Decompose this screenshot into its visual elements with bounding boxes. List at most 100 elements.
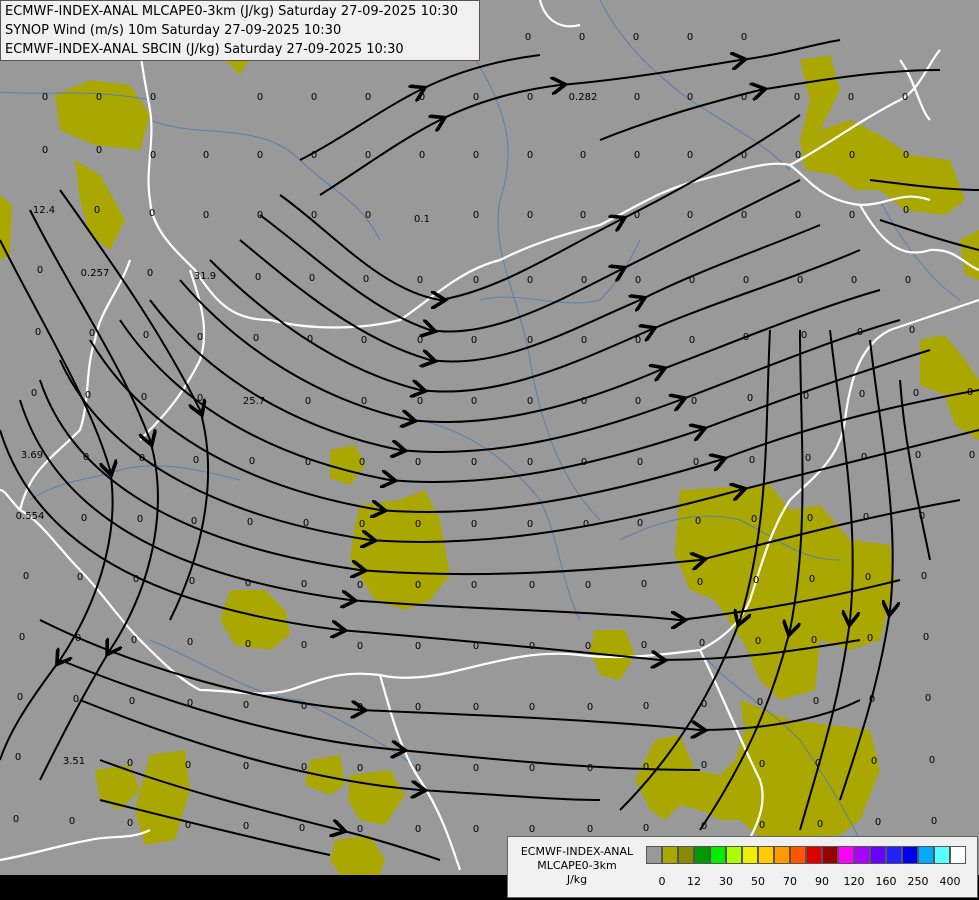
station-value: 0 [301, 640, 307, 651]
station-value: 25.7 [243, 396, 265, 407]
station-value: 0 [243, 821, 249, 832]
station-value: 0 [253, 333, 259, 344]
legend-swatch [918, 846, 934, 864]
station-value: 0 [869, 694, 875, 705]
station-value: 0 [529, 702, 535, 713]
station-value: 0 [257, 210, 263, 221]
station-value: 0 [133, 574, 139, 585]
station-value: 0 [587, 824, 593, 835]
station-value: 0 [471, 457, 477, 468]
station-value: 0 [473, 702, 479, 713]
station-value: 0 [753, 575, 759, 586]
station-value: 0 [305, 396, 311, 407]
station-value: 0 [929, 755, 935, 766]
station-value: 0 [23, 571, 29, 582]
station-value: 0 [641, 579, 647, 590]
legend-swatch [950, 846, 966, 864]
station-value: 0 [243, 700, 249, 711]
station-value: 0 [249, 456, 255, 467]
station-value: 0 [359, 457, 365, 468]
station-value: 0 [794, 92, 800, 103]
legend-tick-label: 30 [719, 875, 733, 888]
station-value: 0 [811, 635, 817, 646]
station-value: 0 [187, 698, 193, 709]
station-value: 0 [741, 92, 747, 103]
station-value: 0 [301, 579, 307, 590]
station-value: 0 [689, 335, 695, 346]
station-value: 0 [307, 334, 313, 345]
station-value: 3.51 [63, 756, 85, 767]
station-value: 0 [415, 824, 421, 835]
legend-swatch [662, 846, 678, 864]
station-value: 0 [795, 150, 801, 161]
station-value: 0 [851, 275, 857, 286]
station-value: 0 [473, 210, 479, 221]
station-value: 0 [185, 820, 191, 831]
station-value: 0 [255, 272, 261, 283]
station-value: 0 [757, 697, 763, 708]
station-value: 0 [863, 512, 869, 523]
station-value: 0 [637, 457, 643, 468]
station-value: 0 [634, 92, 640, 103]
station-value: 0 [527, 457, 533, 468]
station-value: 0 [311, 150, 317, 161]
station-value: 0 [365, 150, 371, 161]
station-value: 0 [415, 457, 421, 468]
station-value: 0 [127, 758, 133, 769]
station-value: 0 [743, 332, 749, 343]
title-line-cape: ECMWF-INDEX-ANAL MLCAPE0-3km (J/kg) Satu… [5, 4, 459, 19]
station-value: 0 [17, 692, 23, 703]
station-value: 0 [185, 760, 191, 771]
station-value: 0 [741, 150, 747, 161]
station-value: 0 [581, 457, 587, 468]
station-value: 0 [37, 265, 43, 276]
station-value: 0 [529, 641, 535, 652]
station-value: 0.257 [81, 268, 110, 279]
station-value: 0 [85, 390, 91, 401]
station-value: 0 [527, 519, 533, 530]
station-value: 0 [311, 210, 317, 221]
station-value: 0 [749, 455, 755, 466]
station-value: 0 [637, 518, 643, 529]
station-value: 0 [529, 580, 535, 591]
station-value: 0 [687, 92, 693, 103]
map-title-box: ECMWF-INDEX-ANAL MLCAPE0-3km (J/kg) Satu… [0, 0, 480, 61]
station-value: 0 [902, 92, 908, 103]
station-value: 0 [687, 150, 693, 161]
station-value: 0 [803, 391, 809, 402]
station-value: 0 [415, 702, 421, 713]
station-value: 0 [243, 761, 249, 772]
station-value: 0 [143, 330, 149, 341]
station-value: 0 [417, 335, 423, 346]
color-legend: ECMWF-INDEX-ANAL MLCAPE0-3km J/kg 0 12 30 5… [507, 836, 978, 898]
station-value: 0 [357, 824, 363, 835]
station-value: 0.1 [414, 214, 430, 225]
station-value: 0 [361, 335, 367, 346]
station-value: 0 [357, 702, 363, 713]
station-value: 0 [909, 325, 915, 336]
station-value: 0 [527, 92, 533, 103]
station-value: 0 [89, 328, 95, 339]
station-value: 0 [473, 763, 479, 774]
station-value: 0 [305, 457, 311, 468]
station-value: 0 [301, 701, 307, 712]
legend-unit: J/kg [566, 873, 588, 886]
station-value: 0 [527, 210, 533, 221]
station-value: 0 [759, 759, 765, 770]
station-value: 0 [529, 763, 535, 774]
station-value: 0 [859, 389, 865, 400]
station-value: 0 [42, 92, 48, 103]
station-value: 0 [31, 388, 37, 399]
station-value: 0 [695, 516, 701, 527]
legend-swatch [646, 846, 662, 864]
station-value: 0 [73, 694, 79, 705]
station-value: 0 [137, 514, 143, 525]
station-value: 0 [527, 335, 533, 346]
station-value: 0 [634, 150, 640, 161]
station-value: 0 [189, 576, 195, 587]
station-value: 0 [969, 450, 975, 461]
station-value: 0 [931, 816, 937, 827]
station-value: 0 [473, 150, 479, 161]
legend-swatch [806, 846, 822, 864]
station-value: 0 [19, 632, 25, 643]
